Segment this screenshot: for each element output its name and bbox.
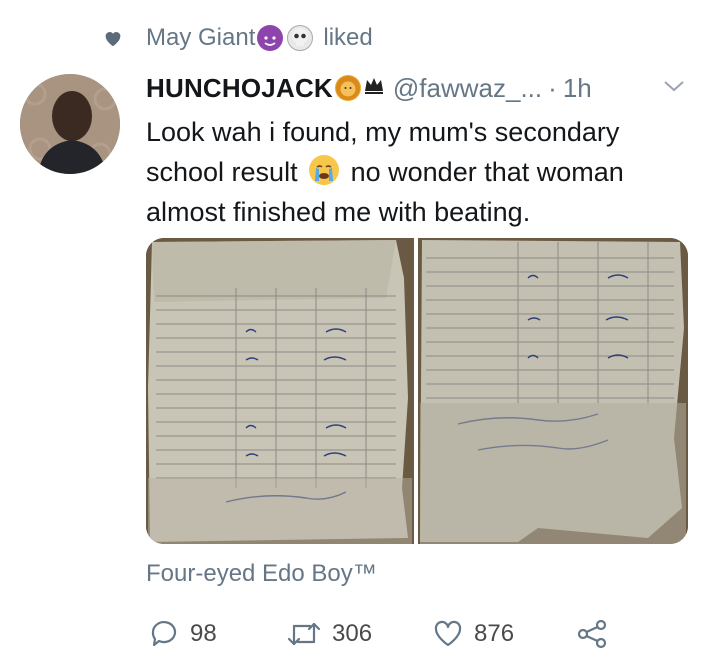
crown-emoji-icon bbox=[363, 74, 385, 102]
tweet-text-line: Look wah i found, my mum's secondary bbox=[146, 117, 620, 147]
tweet-text-part: school result bbox=[146, 157, 298, 187]
heart-outline-icon bbox=[434, 620, 462, 647]
heart-icon bbox=[105, 32, 121, 47]
share-icon bbox=[577, 619, 607, 649]
tweet-media[interactable] bbox=[146, 238, 688, 544]
attribution-name[interactable]: Four-eyed Edo Boy™ bbox=[146, 560, 377, 588]
devil-emoji-icon bbox=[257, 25, 284, 51]
retweet-count: 306 bbox=[332, 620, 373, 647]
photo-result-sheet-left[interactable] bbox=[146, 238, 414, 544]
tweet-text-line: school result no wonder that woman bbox=[146, 152, 686, 192]
crying-emoji-icon bbox=[309, 155, 340, 185]
reply-button[interactable]: 98 bbox=[148, 614, 217, 654]
chevron-down-icon[interactable] bbox=[662, 78, 686, 94]
liker-name[interactable]: May Giant bbox=[146, 24, 255, 52]
retweet-icon bbox=[287, 622, 321, 646]
liked-row: May Giant liked bbox=[102, 20, 373, 56]
tweet-actions: 98 306 876 bbox=[146, 614, 616, 654]
tweet-text: Look wah i found, my mum's secondary sch… bbox=[146, 112, 686, 232]
liked-label: liked bbox=[323, 24, 373, 51]
separator-dot: · bbox=[548, 72, 557, 103]
tweet-text-part: no wonder that woman bbox=[350, 157, 624, 187]
timestamp[interactable]: 1h bbox=[563, 73, 592, 104]
retweet-button[interactable]: 306 bbox=[286, 614, 372, 654]
like-button[interactable]: 876 bbox=[432, 614, 514, 654]
skull-emoji-icon bbox=[287, 25, 314, 51]
lion-emoji-icon bbox=[334, 75, 361, 101]
reply-icon bbox=[151, 621, 177, 647]
share-button[interactable] bbox=[576, 614, 608, 654]
tweet-text-line: almost finished me with beating. bbox=[146, 197, 531, 227]
avatar[interactable] bbox=[20, 74, 120, 174]
reply-count: 98 bbox=[190, 620, 217, 647]
photo-result-sheet-right[interactable] bbox=[418, 238, 688, 544]
like-count: 876 bbox=[474, 620, 515, 647]
tweet[interactable]: HUNCHOJACK @fawwaz_... · 1h Look wah i f… bbox=[146, 68, 686, 232]
display-name[interactable]: HUNCHOJACK bbox=[146, 73, 333, 104]
tweet-header: HUNCHOJACK @fawwaz_... · 1h bbox=[146, 68, 686, 108]
user-handle[interactable]: @fawwaz_... bbox=[393, 73, 542, 104]
